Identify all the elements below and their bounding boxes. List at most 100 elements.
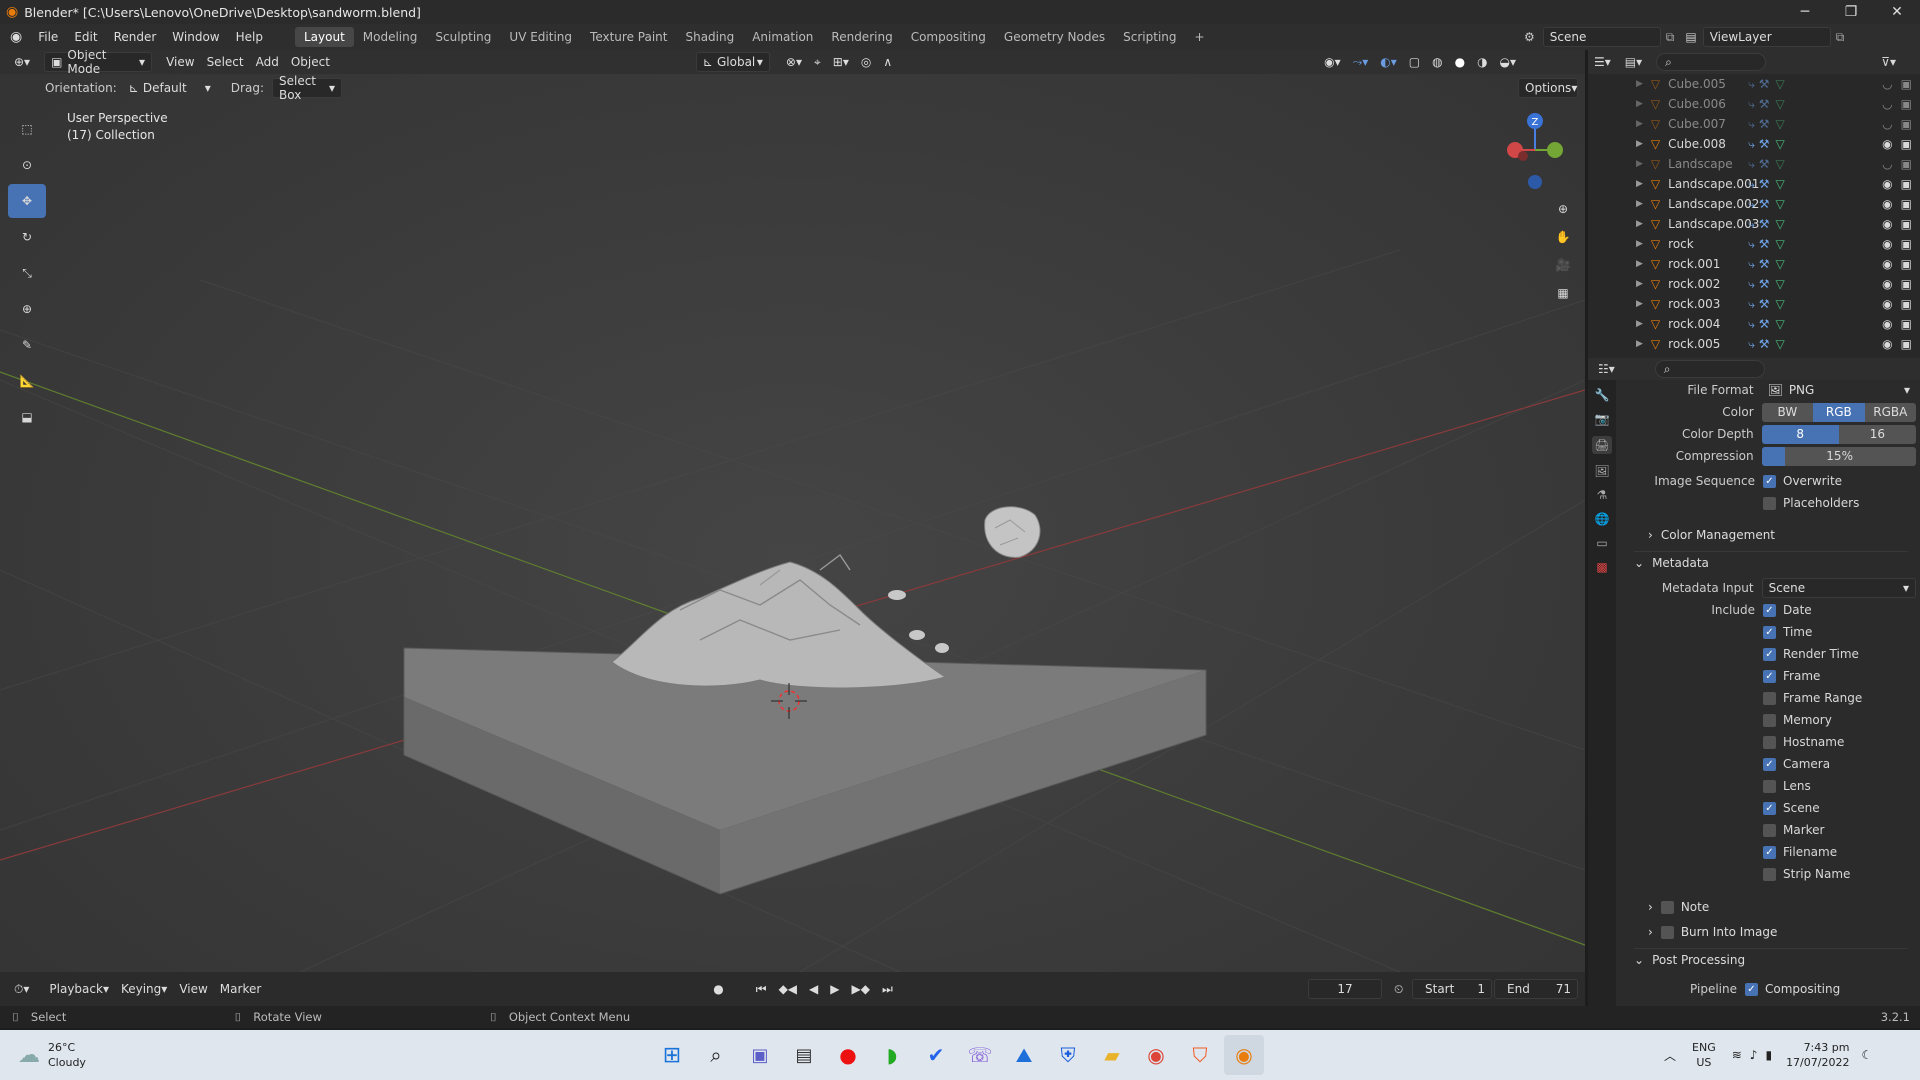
green-app-icon[interactable]: ◗: [872, 1035, 912, 1075]
teams-chat-icon[interactable]: ▣: [740, 1035, 780, 1075]
outliner-row[interactable]: ▶ ▽ rock.004 ⤷ ⚒ ▽ ◉ ▣: [1588, 314, 1920, 334]
expand-arrow-icon[interactable]: ▶: [1636, 219, 1643, 229]
outliner-row[interactable]: ▶ ▽ Landscape.001 ⤷ ⚒ ▽ ◉ ▣: [1588, 174, 1920, 194]
menu-view[interactable]: View: [160, 52, 200, 72]
tool-tab-icon[interactable]: 🔧: [1595, 388, 1610, 402]
volume-icon[interactable]: ♪: [1750, 1048, 1758, 1062]
render-camera-icon[interactable]: ▣: [1901, 317, 1912, 331]
menu-timeline-view[interactable]: View: [173, 979, 213, 999]
tab-rendering[interactable]: Rendering: [822, 27, 901, 47]
wireframe-shading-icon[interactable]: ◍: [1426, 52, 1448, 72]
expand-arrow-icon[interactable]: ▶: [1636, 319, 1643, 329]
include-checkbox[interactable]: [1763, 735, 1776, 749]
menu-file[interactable]: File: [30, 30, 66, 44]
note-panel[interactable]: › Note: [1648, 896, 1920, 918]
jump-start-icon[interactable]: ⏮: [750, 979, 773, 999]
select-box-tool[interactable]: ⬚: [8, 112, 46, 146]
scene-tab-icon[interactable]: ⚗: [1597, 488, 1608, 502]
weather-widget[interactable]: ☁ 26°C Cloudy: [18, 1040, 86, 1070]
properties-editor-icon[interactable]: ☷▾: [1598, 362, 1615, 376]
object-name[interactable]: Landscape.001: [1668, 177, 1759, 191]
metadata-input-dropdown[interactable]: Scene ▾: [1761, 578, 1916, 598]
view-layer-tab-icon[interactable]: 🖼: [1594, 464, 1609, 478]
options-dropdown[interactable]: Options ▾: [1518, 78, 1578, 98]
windows-start-icon[interactable]: ⊞: [652, 1035, 692, 1075]
menu-add[interactable]: Add: [250, 52, 285, 72]
render-camera-icon[interactable]: ▣: [1901, 217, 1912, 231]
visibility-eye-icon[interactable]: ◉: [1882, 277, 1892, 291]
include-checkbox[interactable]: [1763, 713, 1776, 727]
view-layer-selector[interactable]: ViewLayer: [1702, 27, 1831, 47]
current-frame-field[interactable]: 17: [1308, 979, 1382, 999]
next-keyframe-icon[interactable]: ▶◆: [846, 979, 876, 999]
menu-edit[interactable]: Edit: [66, 30, 105, 44]
include-checkbox[interactable]: ✓: [1763, 647, 1776, 661]
outliner-row[interactable]: ▶ ▽ rock.003 ⤷ ⚒ ▽ ◉ ▣: [1588, 294, 1920, 314]
blender-menu-icon[interactable]: ◉: [10, 29, 22, 45]
record-app-icon[interactable]: ●: [828, 1035, 868, 1075]
end-frame-field[interactable]: End 71: [1494, 979, 1578, 999]
tab-geometry-nodes[interactable]: Geometry Nodes: [995, 27, 1114, 47]
visibility-eye-icon[interactable]: ◡: [1882, 157, 1892, 171]
expand-arrow-icon[interactable]: ▶: [1636, 299, 1643, 309]
file-explorer-app-icon[interactable]: ▤: [784, 1035, 824, 1075]
visibility-eye-icon[interactable]: ◡: [1882, 77, 1892, 91]
battery-icon[interactable]: ▮: [1765, 1048, 1772, 1062]
render-camera-icon[interactable]: ▣: [1901, 97, 1912, 111]
jump-end-icon[interactable]: ⏭: [876, 979, 899, 999]
mode-selector[interactable]: ▣ Object Mode ▾: [44, 50, 153, 76]
visibility-icon[interactable]: ◉▾: [1318, 52, 1347, 72]
maximize-button[interactable]: ❐: [1828, 0, 1874, 24]
chrome-icon[interactable]: ◉: [1136, 1035, 1176, 1075]
depth-8-button[interactable]: 8: [1761, 424, 1839, 444]
view-layer-icon[interactable]: ▤: [1685, 30, 1696, 44]
include-checkbox[interactable]: [1763, 823, 1776, 837]
visibility-eye-icon[interactable]: ◉: [1882, 137, 1892, 151]
compression-slider[interactable]: 15%: [1761, 446, 1916, 466]
properties-search-input[interactable]: ⌕: [1654, 360, 1765, 378]
annotate-tool[interactable]: ✎: [8, 328, 46, 362]
outliner-row[interactable]: ▶ ▽ rock.002 ⤷ ⚒ ▽ ◉ ▣: [1588, 274, 1920, 294]
tab-scripting[interactable]: Scripting: [1114, 27, 1185, 47]
texture-tab-icon[interactable]: ▩: [1596, 560, 1607, 574]
object-name[interactable]: rock.001: [1668, 257, 1748, 271]
add-workspace-button[interactable]: +: [1186, 27, 1214, 47]
menu-window[interactable]: Window: [164, 30, 227, 44]
expand-arrow-icon[interactable]: ▶: [1636, 339, 1643, 349]
app-store-icon[interactable]: ⛰: [1004, 1035, 1044, 1075]
depth-16-button[interactable]: 16: [1838, 424, 1916, 444]
outliner-row[interactable]: ▶ ▽ Cube.008 ⤷ ⚒ ▽ ◉ ▣: [1588, 134, 1920, 154]
preview-range-icon[interactable]: ⏲: [1388, 979, 1409, 999]
scene-selector[interactable]: Scene: [1542, 27, 1661, 47]
ortho-grid-icon[interactable]: ▦: [1549, 279, 1577, 307]
tab-layout[interactable]: Layout: [294, 27, 354, 47]
visibility-eye-icon[interactable]: ◡: [1882, 97, 1892, 111]
render-camera-icon[interactable]: ▣: [1901, 117, 1912, 131]
play-reverse-icon[interactable]: ◀: [803, 979, 824, 999]
tab-compositing[interactable]: Compositing: [902, 27, 995, 47]
visibility-eye-icon[interactable]: ◉: [1882, 297, 1892, 311]
xray-icon[interactable]: ▢: [1403, 52, 1426, 72]
cursor-tool[interactable]: ⊙: [8, 148, 46, 182]
chevron-up-icon[interactable]: ︿: [1664, 1047, 1676, 1064]
render-camera-icon[interactable]: ▣: [1901, 177, 1912, 191]
expand-arrow-icon[interactable]: ▶: [1636, 139, 1643, 149]
camera-view-icon[interactable]: 🎥: [1549, 251, 1577, 279]
object-name[interactable]: Cube.007: [1668, 117, 1748, 131]
add-cube-tool[interactable]: ⬓: [8, 400, 46, 434]
object-name[interactable]: rock.003: [1668, 297, 1748, 311]
folder-icon[interactable]: ▰: [1092, 1035, 1132, 1075]
outliner-row[interactable]: ▶ ▽ rock ⤷ ⚒ ▽ ◉ ▣: [1588, 234, 1920, 254]
notification-icon[interactable]: ☾: [1861, 1048, 1872, 1062]
outliner-search-input[interactable]: ⌕: [1656, 53, 1767, 71]
include-checkbox[interactable]: ✓: [1763, 669, 1776, 683]
editor-type-icon[interactable]: ⊕▾: [8, 52, 36, 72]
include-checkbox[interactable]: ✓: [1763, 845, 1776, 859]
menu-marker[interactable]: Marker: [214, 979, 267, 999]
3d-viewport[interactable]: Z ⊕▾ ▣ Object Mode ▾ View Select Add Objec…: [0, 50, 1585, 972]
outliner-row[interactable]: ▶ ▽ Cube.005 ⤷ ⚒ ▽ ◡ ▣: [1588, 74, 1920, 94]
include-checkbox[interactable]: ✓: [1763, 757, 1776, 771]
menu-render[interactable]: Render: [106, 30, 165, 44]
render-camera-icon[interactable]: ▣: [1901, 77, 1912, 91]
menu-keying[interactable]: Keying ▾: [115, 979, 173, 999]
